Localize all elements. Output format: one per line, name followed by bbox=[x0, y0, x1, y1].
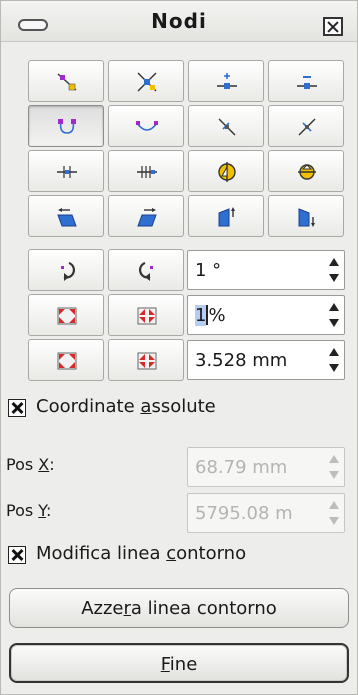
tool-button-expand[interactable] bbox=[28, 339, 104, 381]
nodes-dialog: Nodi 1 ° 1 % 3.528 mm Coordinate assolut… bbox=[0, 0, 358, 695]
distance-spin-arrows[interactable] bbox=[326, 344, 342, 376]
absolute-coordinates-checkbox[interactable] bbox=[8, 399, 26, 417]
tool-button-scale-out[interactable] bbox=[28, 294, 104, 336]
done-button[interactable]: Fine bbox=[9, 643, 349, 683]
distort-up-icon bbox=[218, 207, 235, 227]
tool-button-distort-down[interactable] bbox=[268, 195, 344, 237]
tool-button-rotate-left[interactable] bbox=[28, 249, 104, 291]
tool-button-symmetric-node[interactable] bbox=[28, 150, 104, 192]
percent-spinfield[interactable]: 1% bbox=[187, 295, 345, 335]
pos-y-value: 5795.08 m bbox=[195, 503, 293, 524]
tool-button-slant-left[interactable] bbox=[28, 195, 104, 237]
expand-icon bbox=[57, 352, 77, 370]
rotate-mirror-icon bbox=[218, 162, 236, 182]
label-mnemonic: r bbox=[123, 598, 131, 619]
tool-button-select-points[interactable] bbox=[28, 60, 104, 102]
pos-x-field[interactable]: 68.79 mm bbox=[187, 447, 345, 487]
percent-selected-text: 1 bbox=[195, 305, 207, 326]
label-text: Pos bbox=[6, 501, 39, 520]
curve-icon bbox=[58, 119, 76, 134]
pos-x-spin-arrows[interactable] bbox=[326, 451, 342, 483]
convert-curve-icon bbox=[136, 121, 158, 131]
tool-button-delete-points[interactable] bbox=[268, 60, 344, 102]
spin-arrows-icon bbox=[329, 258, 339, 282]
spin-arrows-icon bbox=[329, 303, 339, 327]
percent-unit: % bbox=[208, 305, 226, 326]
pos-x-label: Pos X: bbox=[6, 455, 55, 474]
move-points-icon bbox=[217, 73, 237, 89]
label-text: Coordinate bbox=[36, 396, 141, 417]
insert-points-icon bbox=[137, 72, 157, 92]
absolute-coordinates-label[interactable]: Coordinate assolute bbox=[36, 396, 216, 417]
tool-button-insert-points[interactable] bbox=[108, 60, 184, 102]
pos-y-spin-arrows[interactable] bbox=[326, 497, 342, 529]
percent-spin-arrows[interactable] bbox=[326, 299, 342, 331]
label-text: Azze bbox=[81, 598, 124, 619]
done-button-label: Fine bbox=[11, 654, 347, 675]
window-title: Nodi bbox=[151, 9, 207, 33]
label-text: Pos bbox=[6, 455, 39, 474]
shrink-icon bbox=[137, 352, 157, 370]
scale-out-icon bbox=[57, 307, 77, 325]
tool-button-scale-in[interactable] bbox=[108, 294, 184, 336]
label-text: ssolute bbox=[151, 396, 216, 417]
label-mnemonic: F bbox=[160, 654, 170, 675]
symmetric-node-icon bbox=[57, 166, 77, 178]
slant-left-icon bbox=[57, 208, 77, 227]
tool-button-flip[interactable] bbox=[268, 150, 344, 192]
tool-button-slant-right[interactable] bbox=[108, 195, 184, 237]
percent-value: 1% bbox=[195, 305, 226, 326]
label-text: : bbox=[45, 501, 52, 520]
rotate-right-icon bbox=[138, 261, 153, 281]
spin-arrows-icon bbox=[329, 501, 339, 525]
label-text: : bbox=[49, 455, 55, 474]
flip-icon bbox=[298, 164, 316, 180]
modify-outline-checkbox[interactable] bbox=[8, 546, 26, 564]
tool-button-split-curve[interactable] bbox=[188, 105, 264, 147]
smooth-node-icon bbox=[137, 166, 157, 178]
tool-button-rotate-right[interactable] bbox=[108, 249, 184, 291]
label-mnemonic: X bbox=[38, 455, 50, 474]
scale-in-icon bbox=[137, 307, 157, 325]
tool-button-close-curve[interactable] bbox=[268, 105, 344, 147]
tool-button-smooth-node[interactable] bbox=[108, 150, 184, 192]
title-bar: Nodi bbox=[1, 1, 357, 42]
distance-value: 3.528 mm bbox=[195, 350, 288, 371]
angle-value: 1 ° bbox=[195, 260, 222, 281]
pos-x-value: 68.79 mm bbox=[195, 457, 288, 478]
label-text: Modifica linea bbox=[36, 543, 167, 564]
tool-button-rotate-mirror[interactable] bbox=[188, 150, 264, 192]
tool-button-convert-curve[interactable] bbox=[108, 105, 184, 147]
distort-down-icon bbox=[298, 208, 315, 227]
close-curve-icon bbox=[298, 118, 316, 136]
rotate-left-icon bbox=[61, 261, 76, 281]
close-button[interactable] bbox=[323, 17, 343, 36]
distance-spinfield[interactable]: 3.528 mm bbox=[187, 340, 345, 380]
select-points-icon bbox=[57, 73, 77, 91]
reset-outline-button-label: Azzera linea contorno bbox=[10, 598, 348, 619]
slant-right-icon bbox=[137, 208, 157, 227]
split-curve-icon bbox=[218, 118, 236, 136]
label-mnemonic: c bbox=[166, 543, 177, 564]
spin-arrows-icon bbox=[329, 348, 339, 372]
label-mnemonic: a bbox=[140, 396, 152, 417]
tool-button-move-points[interactable] bbox=[188, 60, 264, 102]
angle-spin-arrows[interactable] bbox=[326, 254, 342, 286]
label-mnemonic: Y bbox=[38, 501, 46, 520]
label-text: ine bbox=[169, 654, 198, 675]
angle-spinfield[interactable]: 1 ° bbox=[187, 250, 345, 290]
label-text: a linea contorno bbox=[130, 598, 277, 619]
pos-y-field[interactable]: 5795.08 m bbox=[187, 493, 345, 533]
spin-arrows-icon bbox=[329, 455, 339, 479]
tool-button-shrink[interactable] bbox=[108, 339, 184, 381]
reset-outline-button[interactable]: Azzera linea contorno bbox=[9, 588, 349, 628]
tool-button-distort-up[interactable] bbox=[188, 195, 264, 237]
label-text: ontorno bbox=[176, 543, 247, 564]
pos-y-label: Pos Y: bbox=[6, 501, 51, 520]
tool-button-curve[interactable] bbox=[28, 105, 104, 147]
delete-points-icon bbox=[297, 76, 317, 89]
modify-outline-label[interactable]: Modifica linea contorno bbox=[36, 543, 246, 564]
